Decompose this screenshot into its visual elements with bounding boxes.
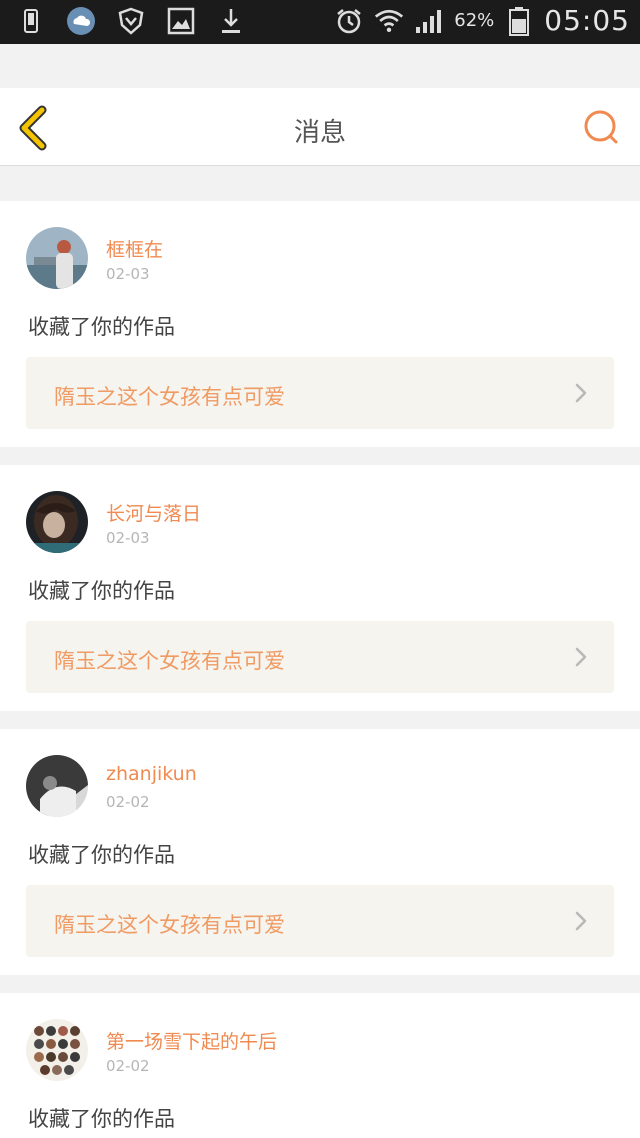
status-bar-notifications	[16, 6, 246, 36]
message-date: 02-03	[106, 265, 150, 283]
image-icon	[166, 6, 196, 36]
message-card: 长河与落日 02-03 收藏了你的作品 隋玉之这个女孩有点可爱	[0, 465, 640, 711]
message-card: 第一场雪下起的午后 02-02 收藏了你的作品	[0, 993, 640, 1138]
message-date: 02-02	[106, 793, 150, 811]
message-action-text: 收藏了你的作品	[28, 579, 175, 603]
username-link[interactable]: 框框在	[106, 235, 163, 262]
message-action-text: 收藏了你的作品	[28, 315, 175, 339]
work-link[interactable]: 隋玉之这个女孩有点可爱	[26, 621, 614, 693]
clock: 05:05	[544, 4, 630, 37]
header-bar: 消息	[0, 88, 640, 166]
username-link[interactable]: 第一场雪下起的午后	[106, 1027, 277, 1054]
phone-icon	[16, 6, 46, 36]
avatar[interactable]	[26, 1019, 88, 1081]
avatar[interactable]	[26, 755, 88, 817]
message-card: 框框在 02-03 收藏了你的作品 隋玉之这个女孩有点可爱	[0, 201, 640, 447]
username-link[interactable]: zhanjikun	[106, 763, 197, 785]
alarm-icon	[334, 6, 364, 36]
battery-icon	[504, 6, 534, 36]
work-link[interactable]: 隋玉之这个女孩有点可爱	[26, 885, 614, 957]
work-title: 隋玉之这个女孩有点可爱	[54, 385, 285, 409]
message-date: 02-02	[106, 1057, 150, 1075]
message-date: 02-03	[106, 529, 150, 547]
work-link[interactable]: 隋玉之这个女孩有点可爱	[26, 357, 614, 429]
search-icon	[584, 110, 618, 144]
message-card: zhanjikun 02-02 收藏了你的作品 隋玉之这个女孩有点可爱	[0, 729, 640, 975]
battery-percent: 62%	[454, 10, 495, 31]
chevron-right-icon	[575, 911, 587, 931]
chevron-right-icon	[575, 647, 587, 667]
avatar[interactable]	[26, 227, 88, 289]
weather-cloud-icon	[66, 6, 96, 36]
username-link[interactable]: 长河与落日	[106, 499, 201, 526]
status-bar: 62% 05:05	[0, 0, 640, 44]
chevron-right-icon	[575, 383, 587, 403]
work-title: 隋玉之这个女孩有点可爱	[54, 649, 285, 673]
shield-icon	[116, 6, 146, 36]
search-button[interactable]	[578, 102, 626, 152]
status-bar-system: 62% 05:05	[334, 4, 630, 37]
wifi-icon	[374, 6, 404, 36]
download-icon	[216, 6, 246, 36]
message-action-text: 收藏了你的作品	[28, 843, 175, 867]
signal-icon	[414, 6, 444, 36]
work-title: 隋玉之这个女孩有点可爱	[54, 913, 285, 937]
message-action-text: 收藏了你的作品	[28, 1107, 175, 1131]
page-title: 消息	[293, 118, 346, 148]
avatar[interactable]	[26, 491, 88, 553]
